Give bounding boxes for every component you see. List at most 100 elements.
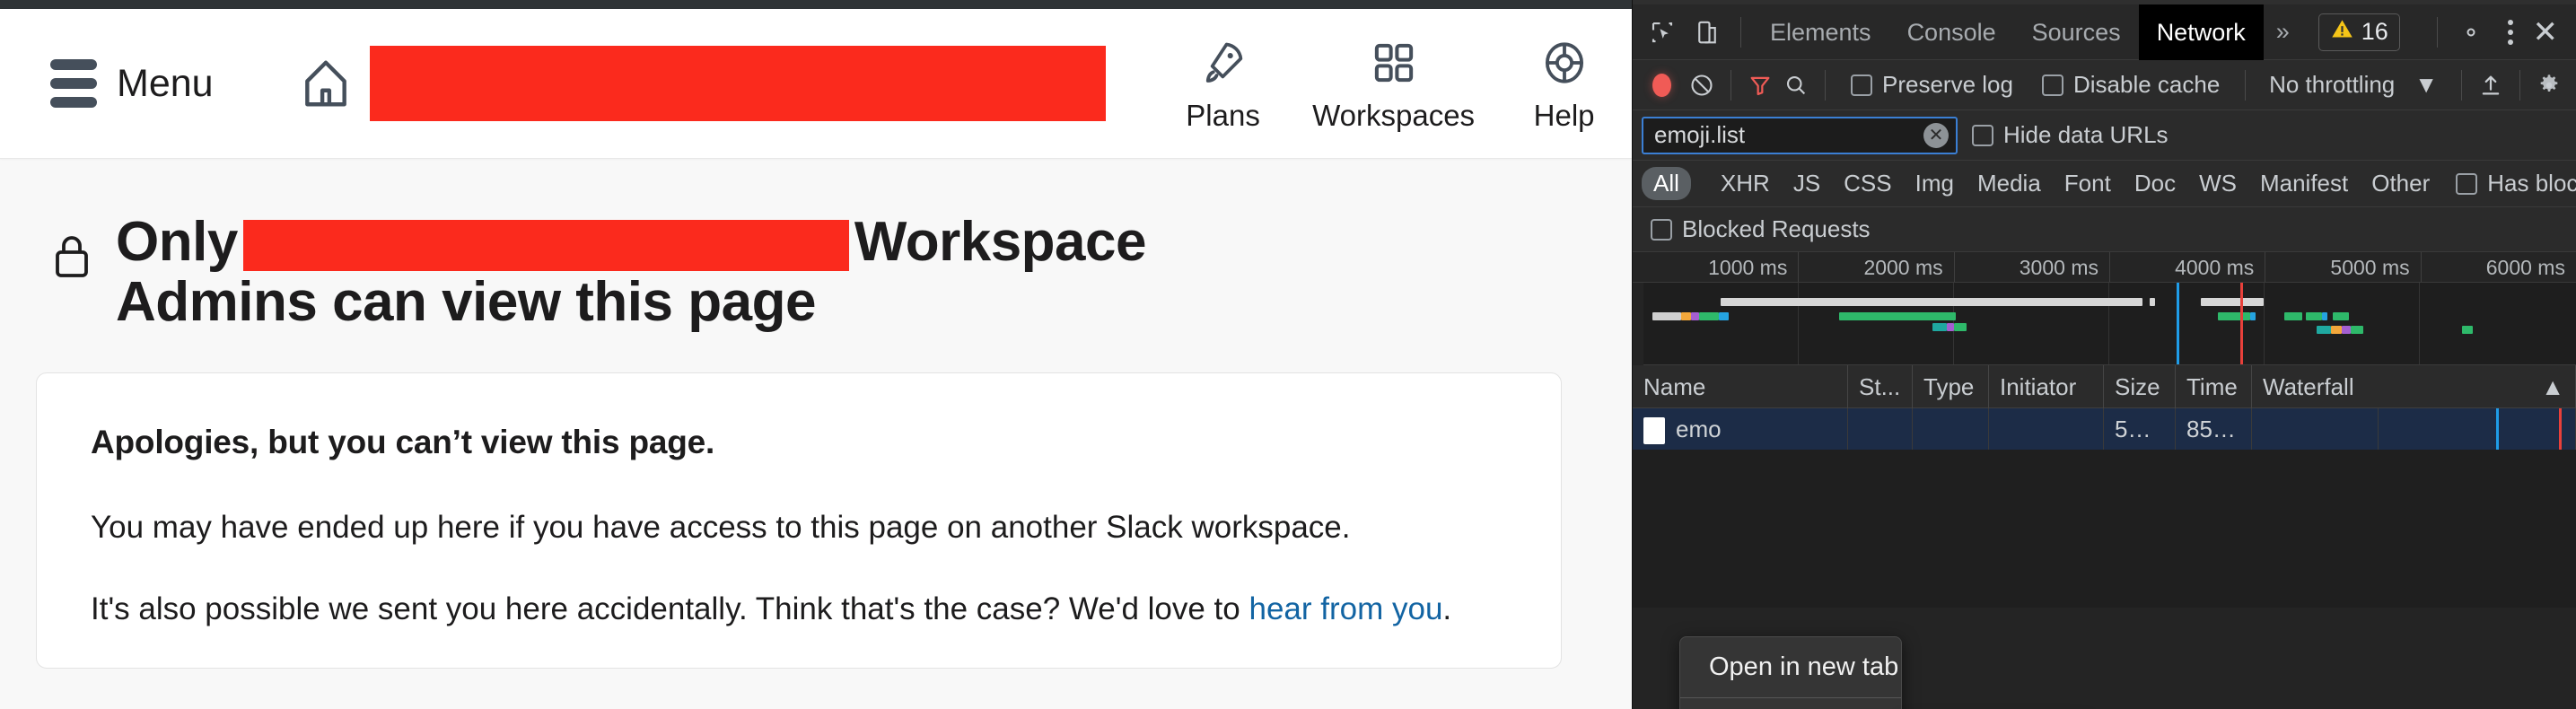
overview-bar-main-2 [2150, 298, 2155, 306]
site-navbar: Menu Plans Workspaces Help [0, 9, 1632, 159]
column-header-status[interactable]: St... [1848, 364, 1913, 408]
column-header-initiator[interactable]: Initiator [1989, 364, 2104, 408]
nav-label-workspaces: Workspaces [1312, 98, 1476, 132]
search-icon[interactable] [1778, 63, 1814, 108]
toolbar-divider-2 [1825, 69, 1826, 101]
overview-bar-e [1719, 312, 1729, 320]
disable-cache-checkbox[interactable]: Disable cache [2041, 71, 2220, 99]
toolbar-divider-4 [2461, 69, 2462, 101]
warning-triangle-icon [2330, 17, 2354, 48]
type-filter-img[interactable]: Img [1904, 167, 1966, 200]
has-blocked-cookies-label: Has blocked cookies [2487, 170, 2576, 197]
tab-console[interactable]: Console [1889, 4, 2014, 60]
document-icon [1643, 417, 1665, 445]
grid-icon [1370, 35, 1418, 91]
network-overview-waterfall[interactable] [1643, 283, 2576, 365]
blocked-requests-checkbox[interactable]: Blocked Requests [1651, 215, 1871, 243]
throttling-dropdown[interactable]: No throttling ▼ [2269, 71, 2438, 99]
clear-filter-icon[interactable]: ✕ [1923, 122, 1949, 148]
browser-chrome-strip [0, 0, 1632, 9]
home-icon[interactable] [298, 56, 354, 111]
overview-bar-p [2317, 326, 2331, 334]
overview-bar-t [2462, 326, 2473, 334]
screenshot-root: Menu Plans Workspaces Help Only Workspac… [0, 0, 2576, 709]
filter-icon[interactable] [1742, 63, 1778, 108]
request-context-menu[interactable]: Open in new tab Clear browser cache Clea… [1679, 636, 1902, 709]
filter-input[interactable]: emoji.list ✕ [1642, 116, 1958, 154]
tab-sources[interactable]: Sources [2014, 4, 2139, 60]
type-filter-doc[interactable]: Doc [2123, 167, 2187, 200]
tab-network[interactable]: Network [2138, 4, 2264, 60]
ctx-clear-browser-cache[interactable]: Clear browser cache [1680, 705, 1901, 709]
column-header-type[interactable]: Type [1913, 364, 1989, 408]
overview-bar-c [1691, 312, 1699, 320]
nav-item-plans[interactable]: Plans [1138, 35, 1309, 133]
warning-count: 16 [2361, 18, 2388, 45]
inspect-element-icon[interactable] [1640, 10, 1685, 55]
timeline-tick-2: 2000 ms [1798, 252, 1953, 282]
type-filter-media[interactable]: Media [1966, 167, 2053, 200]
card-paragraph-2-before: It's also possible we sent you here acci… [91, 591, 1249, 627]
timeline-tick-5: 5000 ms [2265, 252, 2420, 282]
column-header-time[interactable]: Time [2176, 364, 2252, 408]
overview-bar-f [1839, 312, 1956, 320]
page-title: Only Workspace Admins can view this page [50, 212, 1632, 333]
resource-type-filters: All XHR JS CSS Img Media Font Doc WS Man… [1633, 161, 2576, 207]
type-filter-manifest[interactable]: Manifest [2248, 167, 2360, 200]
network-table-header: Name St... Type Initiator Size Time Wate… [1633, 364, 2576, 408]
hear-from-you-link[interactable]: hear from you [1249, 591, 1442, 626]
cell-status [1848, 408, 1913, 450]
overview-bar-n [1947, 323, 1954, 331]
cell-name: emo [1633, 408, 1848, 450]
column-header-waterfall[interactable]: Waterfall ▲ [2252, 364, 2576, 408]
clear-icon[interactable] [1684, 63, 1720, 108]
nav-item-workspaces[interactable]: Workspaces [1309, 35, 1479, 133]
record-button-icon[interactable] [1652, 73, 1671, 97]
ctx-separator-1 [1680, 697, 1901, 698]
device-toolbar-icon[interactable] [1685, 10, 1730, 55]
disable-cache-box [2041, 74, 2063, 96]
nav-item-help[interactable]: Help [1479, 35, 1632, 133]
network-toolbar: Preserve log Disable cache No throttling… [1633, 60, 2576, 110]
toolbar-divider-3 [2245, 69, 2247, 101]
has-blocked-cookies-box [2456, 172, 2478, 195]
column-header-size[interactable]: Size [2104, 364, 2176, 408]
overview-bar-o [1954, 323, 1967, 331]
warning-badge[interactable]: 16 [2318, 13, 2400, 51]
table-row[interactable]: emo 5… 85… [1633, 408, 2576, 450]
gear-icon[interactable] [2449, 10, 2493, 55]
kebab-menu-icon[interactable] [2493, 19, 2528, 45]
sort-ascending-icon: ▲ [2541, 372, 2564, 400]
cell-name-text: emo [1676, 416, 1722, 442]
network-filter-row: emoji.list ✕ Hide data URLs [1633, 110, 2576, 161]
type-filter-js[interactable]: JS [1782, 167, 1832, 200]
type-filter-xhr[interactable]: XHR [1709, 167, 1782, 200]
cell-waterfall [2252, 408, 2576, 450]
has-blocked-cookies-checkbox[interactable]: Has blocked cookies [2456, 170, 2576, 197]
close-icon[interactable]: ✕ [2528, 14, 2572, 50]
hamburger-icon [50, 59, 97, 108]
type-filter-all[interactable]: All [1642, 167, 1691, 200]
type-filter-ws[interactable]: WS [2187, 167, 2248, 200]
network-settings-gear-icon[interactable] [2531, 63, 2567, 108]
type-filter-other[interactable]: Other [2360, 167, 2441, 200]
column-header-name[interactable]: Name [1633, 364, 1848, 408]
card-paragraph-2: It's also possible we sent you here acci… [91, 588, 1507, 630]
type-filter-font[interactable]: Font [2053, 167, 2123, 200]
overview-bar-main [1721, 298, 2142, 306]
hide-data-urls-checkbox[interactable]: Hide data URLs [1972, 121, 2169, 149]
import-har-icon[interactable] [2473, 63, 2509, 108]
menu-button[interactable]: Menu [50, 59, 214, 108]
overview-bar-d [1699, 312, 1719, 320]
overview-bar-a [1652, 312, 1681, 320]
devtools-panel: Elements Console Sources Network » 16 ✕ … [1632, 0, 2576, 709]
tab-elements[interactable]: Elements [1752, 4, 1889, 60]
more-tabs-icon[interactable]: » [2264, 18, 2302, 46]
nav-label-help: Help [1533, 98, 1595, 132]
type-filter-css[interactable]: CSS [1832, 167, 1903, 200]
overview-bar-main-3 [2201, 298, 2264, 306]
hide-data-urls-box [1972, 124, 1993, 146]
overview-bar-l [2333, 312, 2349, 320]
ctx-open-in-new-tab[interactable]: Open in new tab [1680, 644, 1901, 690]
preserve-log-checkbox[interactable]: Preserve log [1851, 71, 2013, 99]
